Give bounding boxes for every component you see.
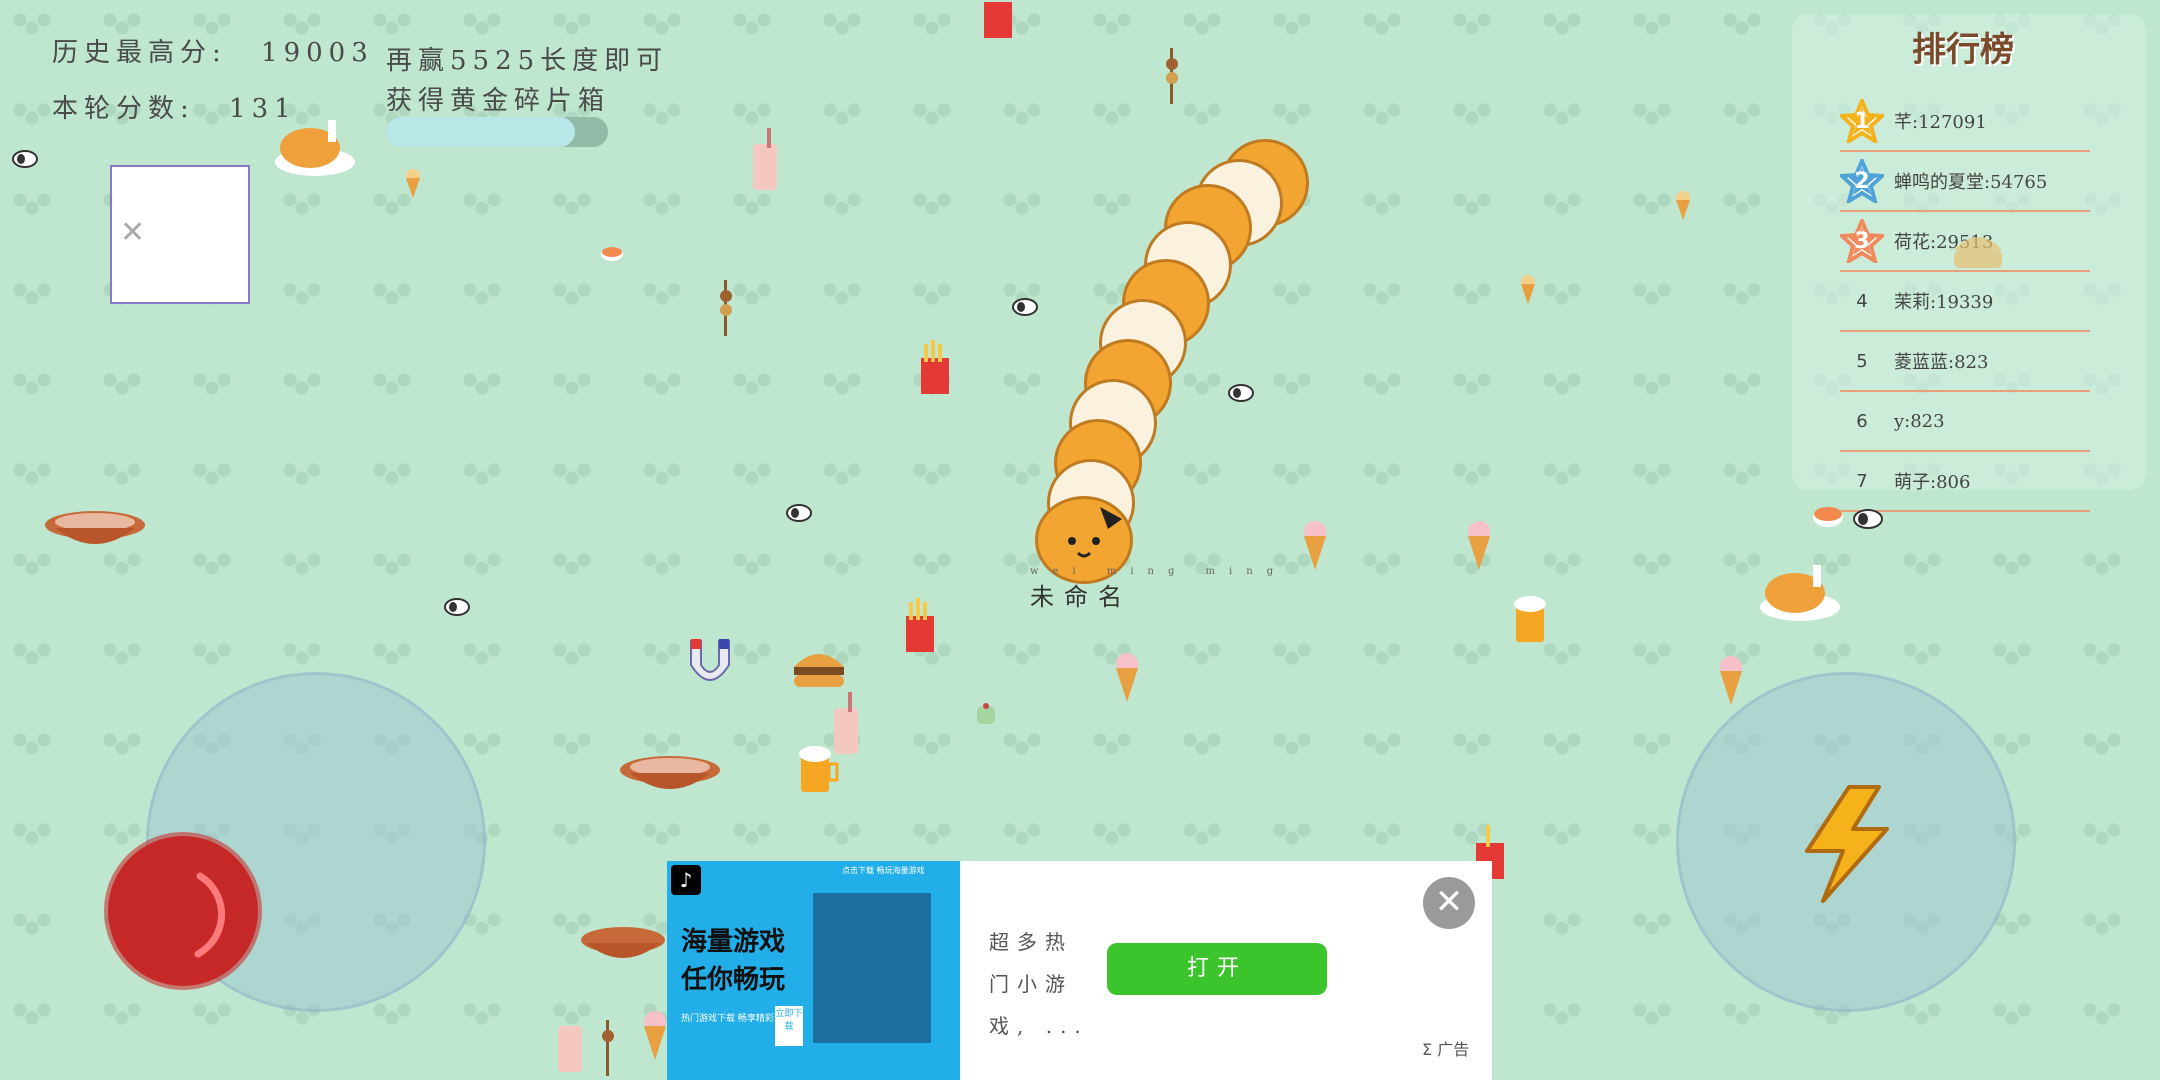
leaderboard-row: 7 萌子:806 bbox=[1840, 452, 2090, 512]
boost-button[interactable] bbox=[1676, 672, 2016, 1012]
rank-star-icon: 1 bbox=[1840, 99, 1884, 143]
magnet-icon bbox=[690, 639, 730, 681]
skewer-icon bbox=[1166, 48, 1178, 104]
joystick-arc-icon bbox=[194, 872, 226, 958]
ad-label: Σ 广告 bbox=[1422, 1040, 1470, 1059]
burger-icon bbox=[1954, 237, 2002, 268]
ice-cream-icon bbox=[1720, 656, 1742, 705]
blank-popup[interactable]: ✕ bbox=[110, 165, 250, 304]
leaderboard-entry-text: 蝉鸣的夏堂:54765 bbox=[1894, 172, 2048, 193]
ad-headline: 海量游戏任你畅玩 bbox=[681, 927, 786, 995]
ice-cream-icon bbox=[1521, 275, 1535, 304]
sushi-icon bbox=[444, 598, 470, 616]
skewer-icon bbox=[602, 1020, 614, 1076]
salmon-sushi-icon bbox=[601, 247, 623, 261]
fries-icon bbox=[921, 340, 949, 394]
ad-description: 超多热门小游戏, ... bbox=[989, 930, 1089, 1038]
goal-line-1: 再赢5525长度即可 bbox=[386, 46, 669, 76]
ice-cream-icon bbox=[406, 169, 420, 198]
burger-icon bbox=[794, 654, 844, 687]
close-icon[interactable]: ✕ bbox=[1423, 877, 1475, 929]
best-score: 历史最高分: 19003 bbox=[52, 32, 374, 69]
round-score-label: 本轮分数: bbox=[52, 94, 195, 124]
hotpot-icon bbox=[45, 511, 145, 544]
close-icon[interactable]: ✕ bbox=[120, 215, 145, 250]
rank-star-icon: 2 bbox=[1840, 159, 1884, 203]
roast-chicken-icon bbox=[1760, 565, 1840, 621]
bubble-tea-icon bbox=[753, 128, 777, 190]
ice-cream-icon bbox=[1116, 653, 1138, 702]
rank-number: 5 bbox=[1856, 350, 1868, 372]
ad-banner[interactable]: ♪ 点击下载 畅玩海量游戏 海量游戏任你畅玩 热门游戏下载 畅享精彩游戏 立即下… bbox=[667, 861, 1492, 1080]
sushi-icon bbox=[786, 504, 812, 522]
ice-cream-icon bbox=[1676, 191, 1690, 220]
ice-cream-icon bbox=[1468, 521, 1490, 570]
ad-image[interactable]: ♪ 点击下载 畅玩海量游戏 海量游戏任你畅玩 热门游戏下载 畅享精彩游戏 立即下… bbox=[667, 861, 960, 1080]
hotpot-icon bbox=[581, 927, 665, 958]
ad-picture bbox=[813, 893, 931, 1043]
roast-chicken-icon bbox=[275, 120, 355, 176]
goal-progress-bar bbox=[386, 117, 608, 147]
leaderboard-row: 1 芊:127091 bbox=[1840, 92, 2090, 152]
fries-icon bbox=[906, 598, 934, 652]
best-score-label: 历史最高分: bbox=[52, 38, 227, 68]
lightning-icon bbox=[1805, 785, 1889, 903]
beer-icon bbox=[799, 746, 839, 792]
round-score: 本轮分数: 131 bbox=[52, 88, 297, 125]
player-name: wei ming ming 未命名 bbox=[1030, 566, 1288, 611]
best-score-value: 19003 bbox=[261, 38, 374, 68]
leaderboard-row: 4 茉莉:19339 bbox=[1840, 272, 2090, 332]
leaderboard-entry-text: 芊:127091 bbox=[1894, 112, 1987, 133]
leaderboard-row: 6 y:823 bbox=[1840, 392, 2090, 452]
sushi-icon bbox=[1012, 298, 1038, 316]
sushi-icon bbox=[1853, 509, 1883, 529]
leaderboard-entry-text: 菱蓝蓝:823 bbox=[1894, 352, 1989, 373]
hotpot-icon bbox=[620, 756, 720, 789]
player-name-label: 未命名 bbox=[1030, 583, 1132, 611]
ad-top-text: 点击下载 畅玩海量游戏 bbox=[842, 866, 925, 875]
ad-open-button[interactable]: 打开 bbox=[1107, 943, 1327, 995]
leaderboard-entry-text: y:823 bbox=[1894, 410, 1945, 432]
salmon-sushi-icon bbox=[1813, 507, 1843, 527]
tiktok-logo-icon: ♪ bbox=[671, 865, 701, 895]
sushi-icon bbox=[1228, 384, 1254, 402]
ice-cream-icon bbox=[644, 1011, 666, 1060]
fries-icon bbox=[984, 2, 1012, 38]
leaderboard-title: 排行榜 bbox=[1912, 30, 2014, 70]
joystick-knob[interactable] bbox=[108, 836, 258, 986]
goal-progress-fill bbox=[386, 117, 575, 147]
rank-star-icon: 3 bbox=[1840, 219, 1884, 263]
rank-number: 4 bbox=[1856, 290, 1868, 312]
skewer-icon bbox=[720, 280, 732, 336]
leaderboard-entry-text: 茉莉:19339 bbox=[1894, 292, 1994, 313]
leaderboard-entry-text: 萌子:806 bbox=[1894, 472, 1971, 493]
ad-download-badge: 立即下载 bbox=[775, 1006, 803, 1046]
sushi-icon bbox=[12, 150, 38, 168]
goal-line-2: 获得黄金碎片箱 bbox=[386, 86, 611, 116]
rank-number: 6 bbox=[1856, 410, 1868, 432]
bubble-tea-icon bbox=[558, 1026, 582, 1072]
rank-number: 7 bbox=[1856, 470, 1868, 492]
matcha-icon bbox=[977, 703, 995, 724]
leaderboard-row: 5 菱蓝蓝:823 bbox=[1840, 332, 2090, 392]
leaderboard-row: 2 蝉鸣的夏堂:54765 bbox=[1840, 152, 2090, 212]
beer-icon bbox=[1514, 596, 1546, 642]
ice-cream-icon bbox=[1304, 521, 1326, 570]
